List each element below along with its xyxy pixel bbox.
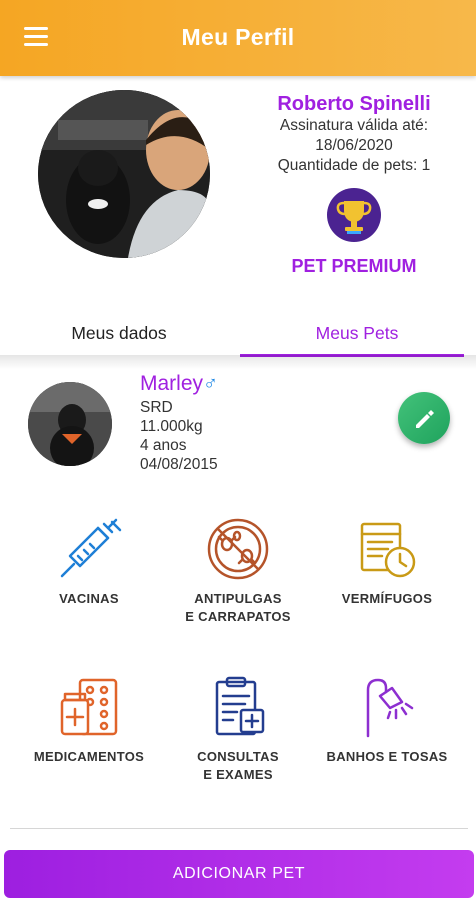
feature-medicamentos-label: MEDICAMENTOS (33, 749, 145, 764)
feature-vermifugos-label: VERMÍFUGOS (341, 591, 433, 606)
feature-antipulgas[interactable]: ANTIPULGAS E CARRAPATOS (163, 516, 313, 626)
no-bugs-icon (207, 518, 269, 580)
profile-info: Roberto Spinelli Assinatura válida até: … (252, 92, 456, 277)
tab-meus-pets[interactable]: Meus Pets (238, 308, 476, 358)
subscription-label: Assinatura válida até: (279, 117, 429, 134)
pet-avatar (28, 382, 112, 466)
pet-name-row: Marley♂ (140, 370, 218, 398)
profile-tabs: Meus dados Meus Pets (0, 308, 476, 358)
add-pet-button[interactable]: ADICIONAR PET (4, 850, 474, 898)
feature-medicamentos[interactable]: MEDICAMENTOS (14, 674, 164, 766)
shower-icon (366, 678, 414, 738)
feature-consultas[interactable]: CONSULTAS E EXAMES (163, 674, 313, 784)
pet-birth-date: 04/08/2015 (140, 456, 218, 473)
feature-consultas-label: CONSULTAS E EXAMES (197, 749, 279, 782)
feature-vacinas-label: VACINAS (59, 591, 119, 606)
pets-count: Quantidade de pets: 1 (277, 157, 431, 174)
feature-banhos[interactable]: BANHOS E TOSAS (312, 674, 462, 766)
divider (10, 828, 468, 829)
app-bar: Meu Perfil (0, 0, 476, 76)
trophy-icon (327, 188, 381, 242)
pet-breed: SRD (140, 399, 173, 416)
feature-banhos-label: BANHOS E TOSAS (326, 749, 448, 764)
profile-avatar (38, 90, 210, 258)
pet-weight: 11.000kg (140, 418, 203, 435)
syringe-icon (60, 518, 122, 578)
pet-age: 4 anos (140, 437, 187, 454)
male-icon: ♂ (203, 373, 219, 395)
user-name: Roberto Spinelli (277, 93, 431, 115)
pencil-icon (416, 410, 434, 428)
plan-label: PET PREMIUM (291, 256, 417, 276)
tab-shadow (0, 355, 476, 369)
feature-vermifugos[interactable]: VERMÍFUGOS (312, 516, 462, 608)
page-title: Meu Perfil (181, 24, 295, 50)
medicine-icon (60, 678, 118, 736)
edit-pet-button[interactable] (398, 392, 450, 444)
pet-info: Marley♂ SRD 11.000kg 4 anos 04/08/2015 (140, 370, 218, 474)
pet-name: Marley (140, 372, 204, 395)
tab-meus-dados[interactable]: Meus dados (0, 308, 238, 358)
calendar-clock-icon (360, 522, 416, 578)
feature-vacinas[interactable]: VACINAS (14, 516, 164, 608)
feature-antipulgas-label: ANTIPULGAS E CARRAPATOS (185, 591, 291, 624)
clipboard-icon (215, 676, 265, 736)
subscription-date: 18/06/2020 (315, 137, 393, 154)
